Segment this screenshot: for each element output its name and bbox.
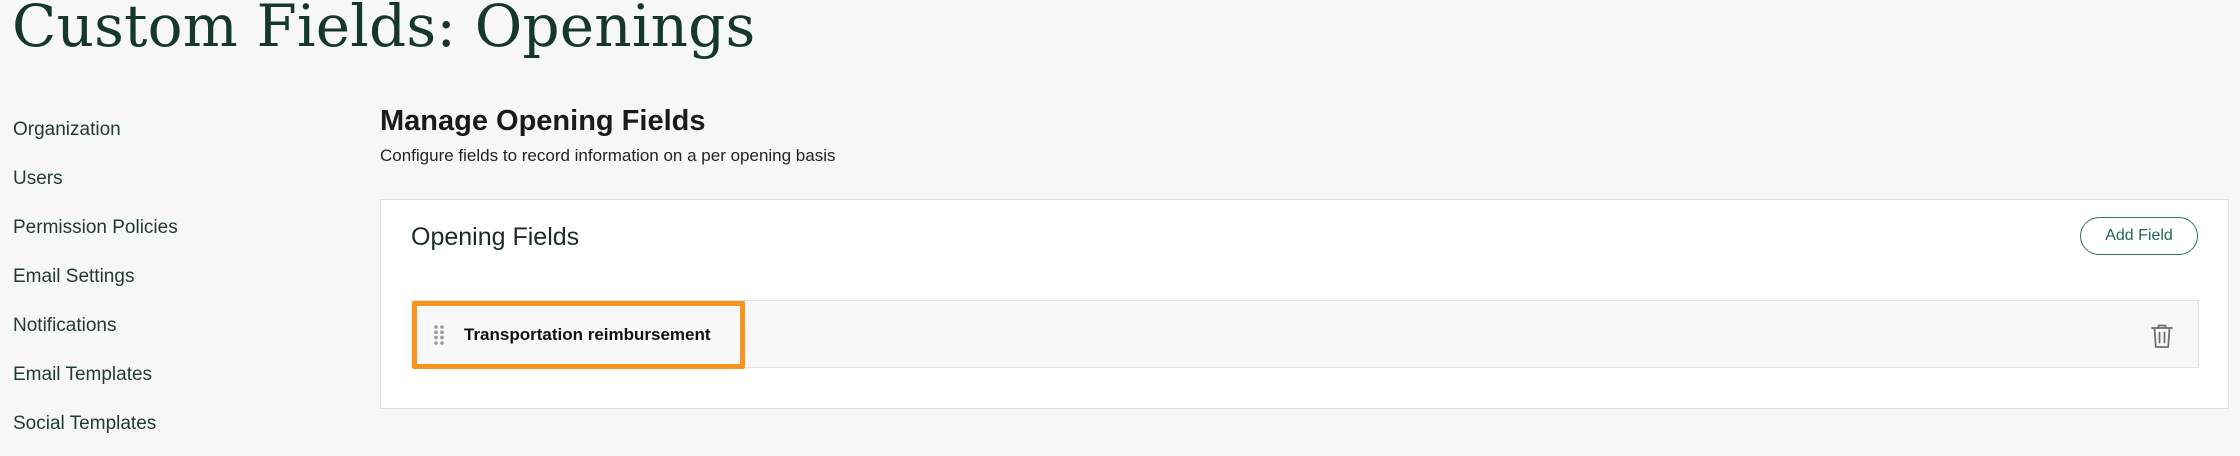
main-content: Manage Opening Fields Configure fields t… xyxy=(380,100,2230,409)
add-field-button[interactable]: Add Field xyxy=(2080,217,2198,255)
sidebar-item-notifications[interactable]: Notifications xyxy=(13,309,313,358)
sidebar-item-email-settings[interactable]: Email Settings xyxy=(13,260,313,309)
trash-icon[interactable] xyxy=(2150,323,2174,349)
sidebar-item-users[interactable]: Users xyxy=(13,162,313,211)
card-title: Opening Fields xyxy=(411,223,580,251)
sidebar-item-permission-policies[interactable]: Permission Policies xyxy=(13,211,313,260)
page-title: Custom Fields: Openings xyxy=(12,0,756,60)
sidebar-nav: Organization Users Permission Policies E… xyxy=(13,113,313,456)
drag-handle-icon[interactable] xyxy=(433,324,445,346)
section-description: Configure fields to record information o… xyxy=(380,146,836,165)
field-row[interactable]: Transportation reimbursement xyxy=(411,300,2199,369)
field-label: Transportation reimbursement xyxy=(464,325,711,344)
sidebar-item-email-templates[interactable]: Email Templates xyxy=(13,358,313,407)
section-heading: Manage Opening Fields xyxy=(380,105,706,137)
sidebar-item-social-templates[interactable]: Social Templates xyxy=(13,407,313,456)
sidebar-item-organization[interactable]: Organization xyxy=(13,113,313,162)
opening-fields-card: Opening Fields Add Field Transportation … xyxy=(380,199,2229,409)
